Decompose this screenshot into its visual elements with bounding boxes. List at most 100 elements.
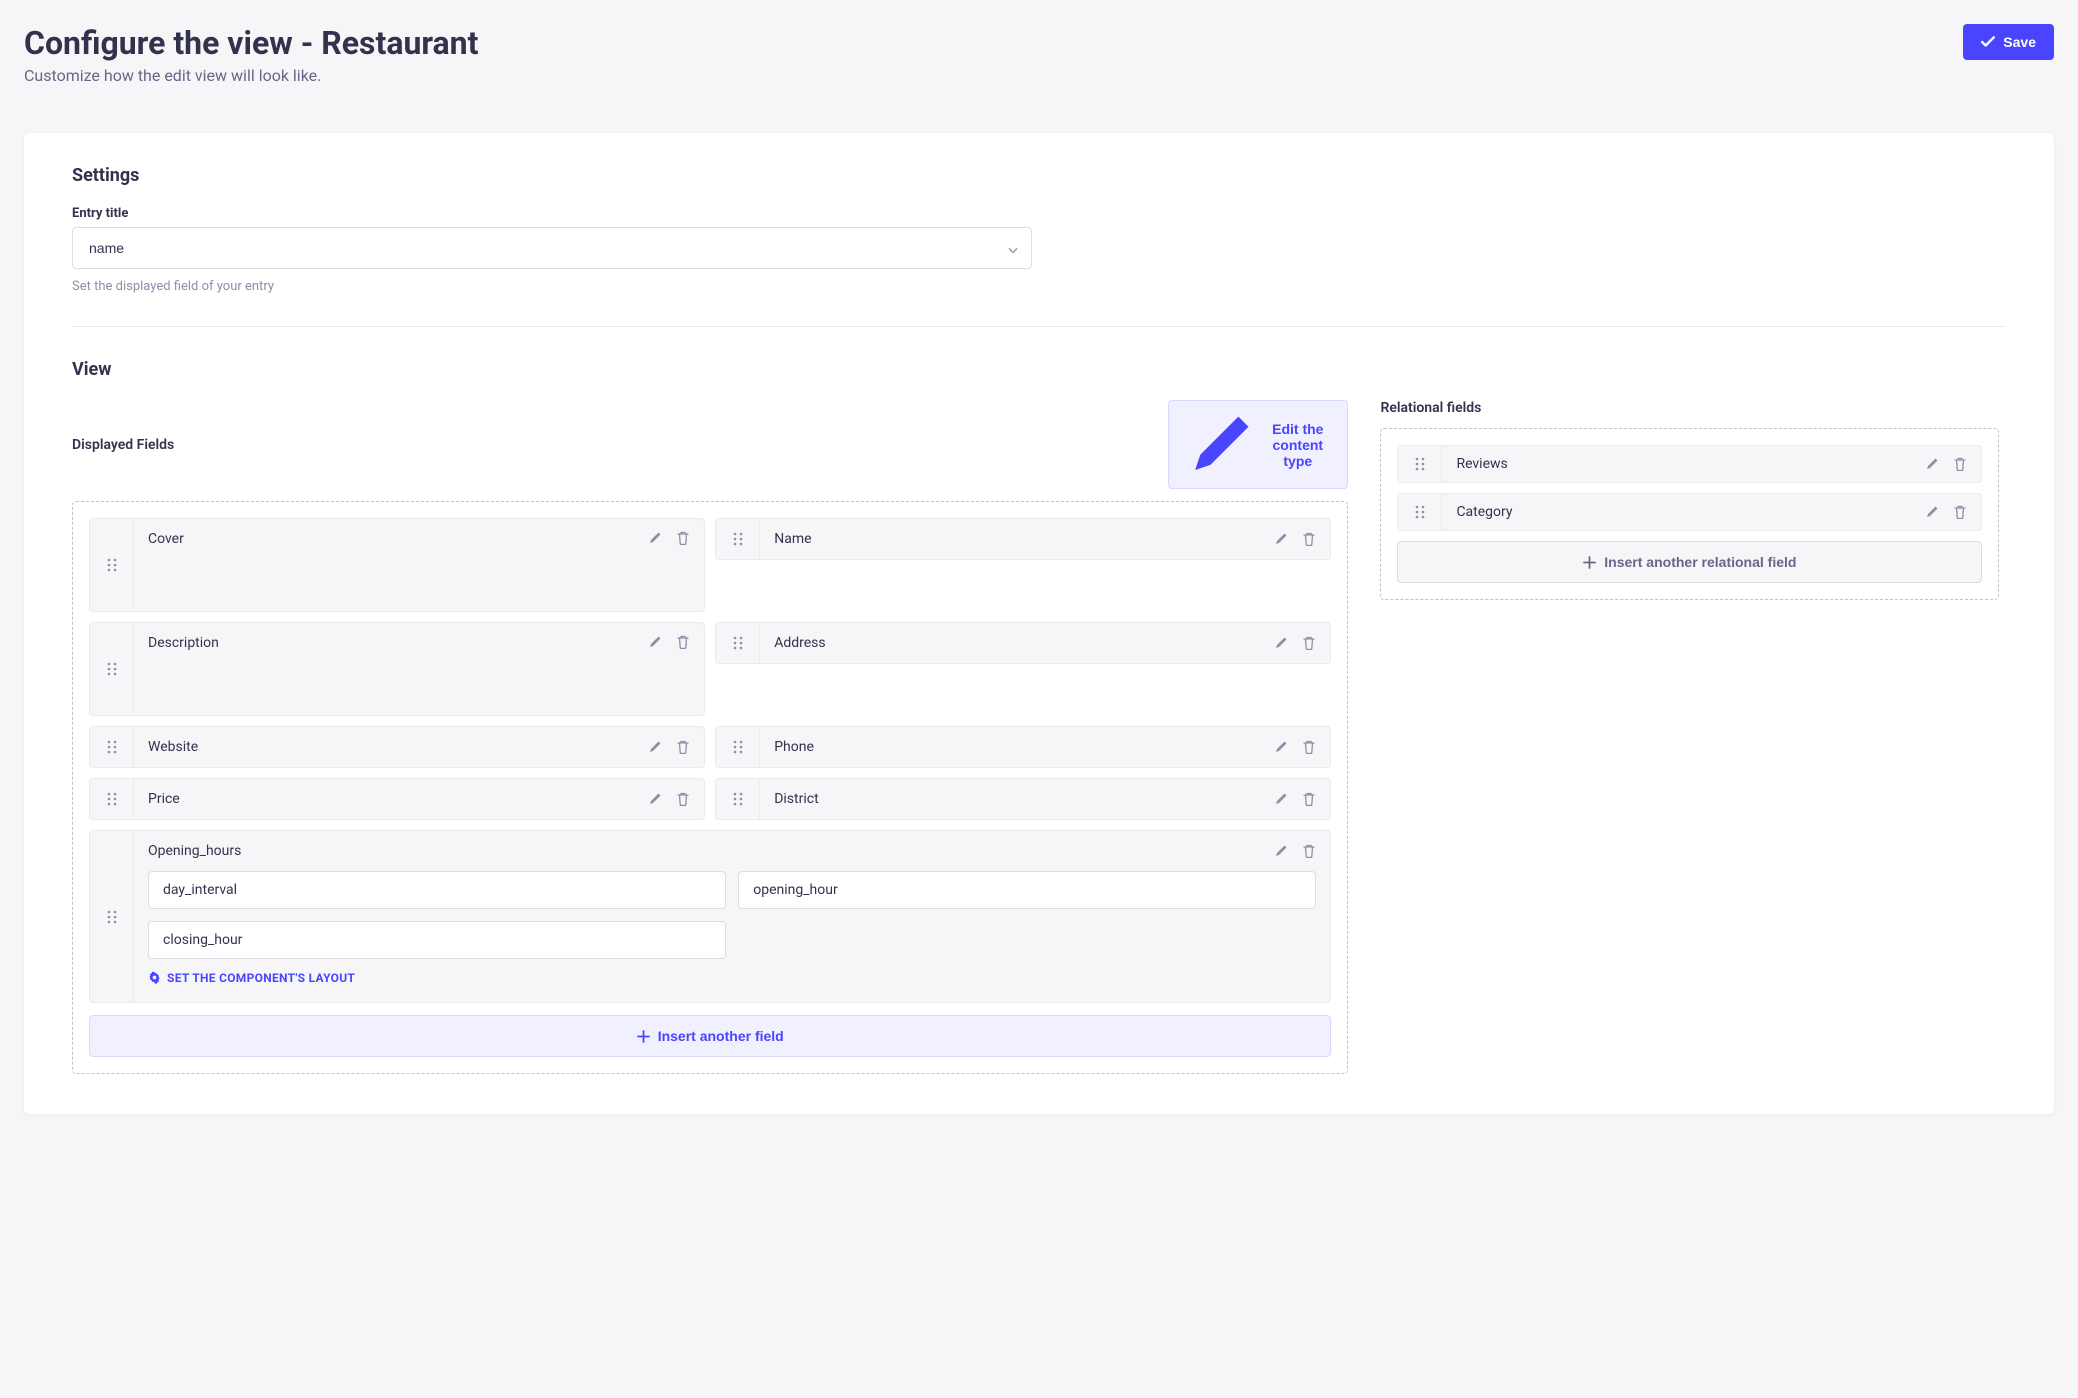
edit-content-type-button[interactable]: Edit the content type <box>1168 400 1348 489</box>
field-card-opening-hours: Opening_hours day_interval opening_hour … <box>89 830 1331 1003</box>
settings-heading: Settings <box>72 165 2006 186</box>
plus-icon <box>637 1030 650 1043</box>
config-panel: Settings Entry title name Set the displa… <box>24 133 2054 1114</box>
view-heading: View <box>72 359 2006 380</box>
page-subtitle: Customize how the edit view will look li… <box>24 66 478 85</box>
entry-title-label: Entry title <box>72 206 2006 221</box>
drag-handle[interactable] <box>716 519 760 559</box>
relational-fields-label: Relational fields <box>1380 400 1481 416</box>
edit-field-button[interactable] <box>1274 636 1288 650</box>
component-subfield[interactable]: day_interval <box>148 871 726 909</box>
divider <box>72 326 2006 327</box>
pencil-icon <box>1185 409 1256 480</box>
pencil-icon <box>648 531 662 545</box>
delete-field-button[interactable] <box>1302 740 1316 754</box>
field-card-description: Description <box>89 622 705 716</box>
edit-relational-button[interactable] <box>1925 505 1939 519</box>
plus-icon <box>1583 556 1596 569</box>
page-title: Configure the view - Restaurant <box>24 24 478 62</box>
field-name: District <box>774 791 818 807</box>
trash-icon <box>1302 636 1316 650</box>
trash-icon <box>676 635 690 649</box>
insert-field-button[interactable]: Insert another field <box>89 1015 1331 1057</box>
edit-field-button[interactable] <box>1274 532 1288 546</box>
delete-field-button[interactable] <box>676 531 690 545</box>
field-card-phone: Phone <box>715 726 1331 768</box>
relational-name: Category <box>1456 504 1512 520</box>
set-layout-label: Set the component's layout <box>167 971 355 985</box>
pencil-icon <box>1274 844 1288 858</box>
component-subfield[interactable]: opening_hour <box>738 871 1316 909</box>
drag-handle[interactable] <box>90 623 134 715</box>
trash-icon <box>1953 457 1967 471</box>
field-name: Opening_hours <box>148 843 241 859</box>
delete-field-button[interactable] <box>1302 792 1316 806</box>
set-component-layout-link[interactable]: Set the component's layout <box>148 971 355 985</box>
save-button[interactable]: Save <box>1963 24 2054 60</box>
trash-icon <box>1953 505 1967 519</box>
pencil-icon <box>648 635 662 649</box>
trash-icon <box>1302 740 1316 754</box>
pencil-icon <box>648 792 662 806</box>
delete-field-button[interactable] <box>676 635 690 649</box>
relational-item-category: Category <box>1397 493 1982 531</box>
check-icon <box>1981 35 1995 49</box>
drag-handle[interactable] <box>90 727 134 767</box>
entry-title-helper: Set the displayed field of your entry <box>72 279 2006 294</box>
relational-item-reviews: Reviews <box>1397 445 1982 483</box>
trash-icon <box>1302 792 1316 806</box>
pencil-icon <box>1274 532 1288 546</box>
displayed-fields-label: Displayed Fields <box>72 437 174 453</box>
relational-name: Reviews <box>1456 456 1507 472</box>
drag-handle[interactable] <box>1398 446 1442 482</box>
save-button-label: Save <box>2003 34 2036 50</box>
drag-handle[interactable] <box>90 519 134 611</box>
field-name: Address <box>774 635 825 651</box>
delete-field-button[interactable] <box>1302 636 1316 650</box>
edit-field-button[interactable] <box>1274 844 1288 858</box>
displayed-fields-container: Cover Name <box>72 501 1348 1074</box>
field-card-cover: Cover <box>89 518 705 612</box>
field-name: Price <box>148 791 180 807</box>
insert-relational-label: Insert another relational field <box>1604 554 1796 570</box>
delete-field-button[interactable] <box>1302 844 1316 858</box>
edit-relational-button[interactable] <box>1925 457 1939 471</box>
gear-icon <box>148 971 161 984</box>
field-name: Website <box>148 739 198 755</box>
delete-field-button[interactable] <box>1302 532 1316 546</box>
drag-handle[interactable] <box>716 727 760 767</box>
pencil-icon <box>1925 457 1939 471</box>
edit-field-button[interactable] <box>648 740 662 754</box>
delete-relational-button[interactable] <box>1953 505 1967 519</box>
edit-field-button[interactable] <box>648 531 662 545</box>
field-card-website: Website <box>89 726 705 768</box>
drag-handle[interactable] <box>90 831 134 1002</box>
drag-handle[interactable] <box>716 779 760 819</box>
pencil-icon <box>1925 505 1939 519</box>
edit-field-button[interactable] <box>1274 792 1288 806</box>
field-name: Cover <box>148 531 184 547</box>
field-name: Name <box>774 531 811 547</box>
delete-field-button[interactable] <box>676 740 690 754</box>
edit-field-button[interactable] <box>648 635 662 649</box>
edit-content-type-label: Edit the content type <box>1264 421 1331 469</box>
pencil-icon <box>1274 636 1288 650</box>
field-name: Phone <box>774 739 814 755</box>
edit-field-button[interactable] <box>1274 740 1288 754</box>
component-subfield[interactable]: closing_hour <box>148 921 726 959</box>
drag-handle[interactable] <box>90 779 134 819</box>
insert-relational-button[interactable]: Insert another relational field <box>1397 541 1982 583</box>
edit-field-button[interactable] <box>648 792 662 806</box>
drag-handle[interactable] <box>716 623 760 663</box>
pencil-icon <box>1274 740 1288 754</box>
pencil-icon <box>648 740 662 754</box>
pencil-icon <box>1274 792 1288 806</box>
relational-fields-container: Reviews Category <box>1380 428 1999 600</box>
trash-icon <box>676 531 690 545</box>
entry-title-select[interactable]: name <box>72 227 1032 269</box>
field-name: Description <box>148 635 219 651</box>
delete-relational-button[interactable] <box>1953 457 1967 471</box>
insert-field-label: Insert another field <box>658 1028 784 1044</box>
delete-field-button[interactable] <box>676 792 690 806</box>
drag-handle[interactable] <box>1398 494 1442 530</box>
